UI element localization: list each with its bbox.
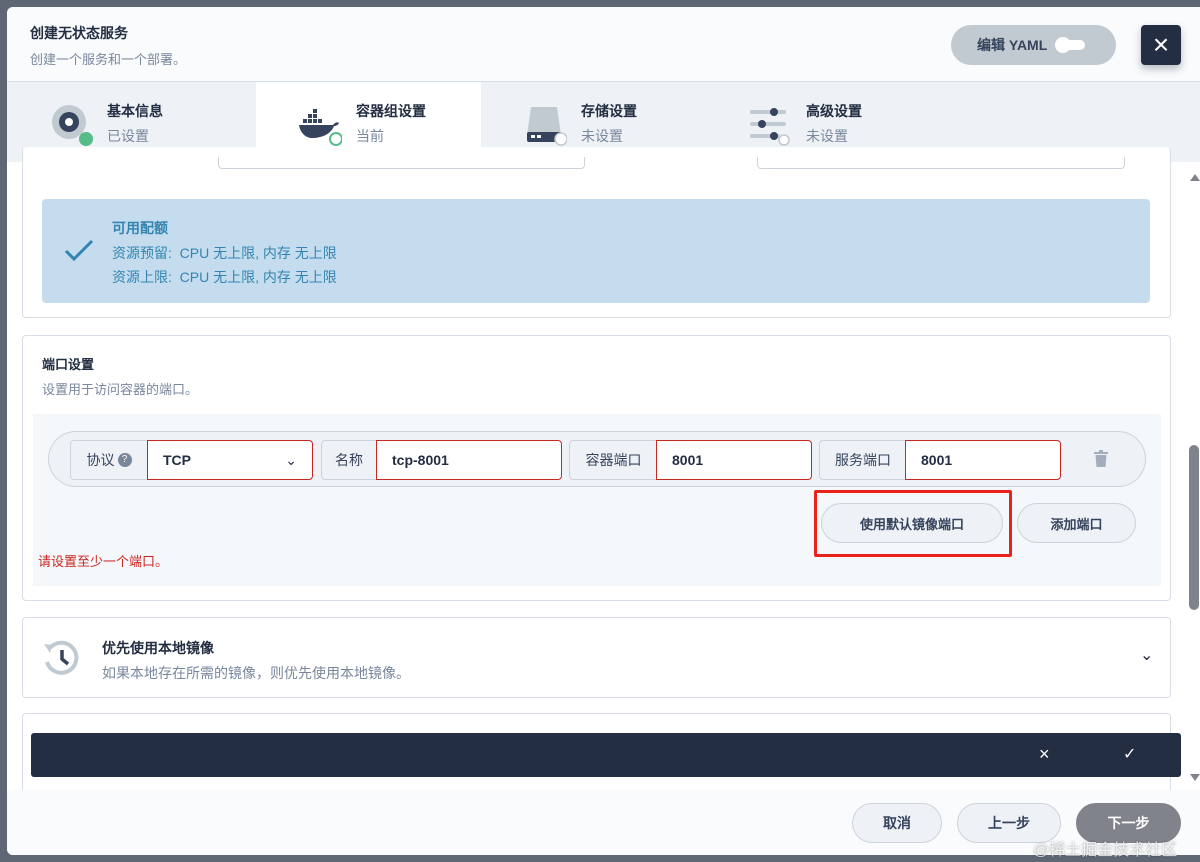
check-icon	[64, 239, 94, 262]
step-status: 已设置	[107, 128, 149, 144]
watermark: @稀土掘金技术社区	[1033, 842, 1178, 859]
quota-limit: 资源上限: CPU 无上限, 内存 无上限	[112, 269, 337, 285]
input-field[interactable]	[757, 157, 1125, 169]
action-bar: × ✓	[31, 733, 1181, 777]
help-icon[interactable]: ?	[117, 453, 132, 467]
cancel-icon[interactable]: ×	[1039, 744, 1050, 765]
quota-reserve: 资源预留: CPU 无上限, 内存 无上限	[112, 245, 337, 261]
step-title: 容器组设置	[356, 103, 426, 119]
port-name-input[interactable]: tcp-8001	[376, 440, 562, 480]
container-port-input[interactable]: 8001	[656, 440, 812, 480]
scrollbar-thumb[interactable]	[1189, 445, 1199, 610]
scroll-up-icon[interactable]	[1190, 174, 1200, 181]
step-title: 高级设置	[806, 103, 862, 119]
storage-icon	[527, 107, 567, 146]
ports-editor: 协议? TCP ⌄ 名称 tcp-8001 容器端口 8001 服务端口 8001…	[33, 414, 1161, 586]
port-row: 协议? TCP ⌄ 名称 tcp-8001 容器端口 8001 服务端口 8001	[48, 431, 1146, 487]
local-image-card[interactable]: 优先使用本地镜像 如果本地存在所需的镜像，则优先使用本地镜像。 ⌄	[22, 617, 1171, 698]
quota-info-box: 可用配额 资源预留: CPU 无上限, 内存 无上限 资源上限: CPU 无上限…	[42, 199, 1150, 303]
edit-yaml-toggle[interactable]: 编辑 YAML	[951, 25, 1116, 65]
name-label: 名称	[321, 440, 377, 480]
confirm-icon[interactable]: ✓	[1123, 744, 1136, 764]
sliders-icon	[750, 108, 790, 146]
history-icon	[44, 640, 79, 675]
modal-footer: 取消 上一步 下一步	[7, 790, 1200, 855]
disk-icon	[52, 105, 93, 146]
chevron-down-icon: ⌄	[285, 451, 297, 468]
add-port-button[interactable]: 添加端口	[1017, 503, 1136, 543]
step-title: 基本信息	[107, 103, 163, 119]
ports-error: 请设置至少一个端口。	[38, 554, 169, 569]
protocol-label: 协议?	[70, 440, 148, 480]
local-image-desc: 如果本地存在所需的镜像，则优先使用本地镜像。	[102, 665, 410, 681]
quota-title: 可用配额	[112, 220, 168, 236]
highlight-box	[814, 490, 1012, 557]
ports-desc: 设置用于访问容器的端口。	[42, 382, 199, 397]
edit-yaml-label: 编辑 YAML	[977, 37, 1048, 53]
toggle-switch-icon	[1055, 37, 1086, 53]
step-title: 存储设置	[581, 103, 637, 119]
create-service-modal: 创建无状态服务 创建一个服务和一个部署。 编辑 YAML × 基本信息 已设置 …	[7, 7, 1200, 855]
local-image-title: 优先使用本地镜像	[102, 640, 214, 656]
step-status: 当前	[356, 128, 384, 144]
step-status: 未设置	[581, 128, 623, 144]
modal-subtitle: 创建一个服务和一个部署。	[30, 52, 187, 67]
trash-icon[interactable]	[1094, 450, 1108, 467]
service-port-label: 服务端口	[819, 440, 907, 480]
ports-title: 端口设置	[42, 357, 95, 372]
cancel-button[interactable]: 取消	[852, 803, 942, 843]
modal-title: 创建无状态服务	[30, 25, 128, 41]
scroll-down-icon[interactable]	[1190, 774, 1200, 781]
service-port-input[interactable]: 8001	[905, 440, 1061, 480]
modal-header: 创建无状态服务 创建一个服务和一个部署。 编辑 YAML ×	[7, 7, 1200, 82]
scrollbar[interactable]	[1188, 162, 1200, 790]
protocol-select[interactable]: TCP ⌄	[147, 440, 313, 480]
docker-icon	[299, 109, 342, 146]
ports-card: 端口设置 设置用于访问容器的端口。 协议? TCP ⌄ 名称 tcp-8001 容…	[22, 335, 1171, 601]
container-port-label: 容器端口	[569, 440, 658, 480]
chevron-down-icon[interactable]: ⌄	[1140, 645, 1153, 665]
step-status: 未设置	[806, 128, 848, 144]
close-button[interactable]: ×	[1141, 25, 1181, 65]
input-field[interactable]	[218, 157, 585, 169]
